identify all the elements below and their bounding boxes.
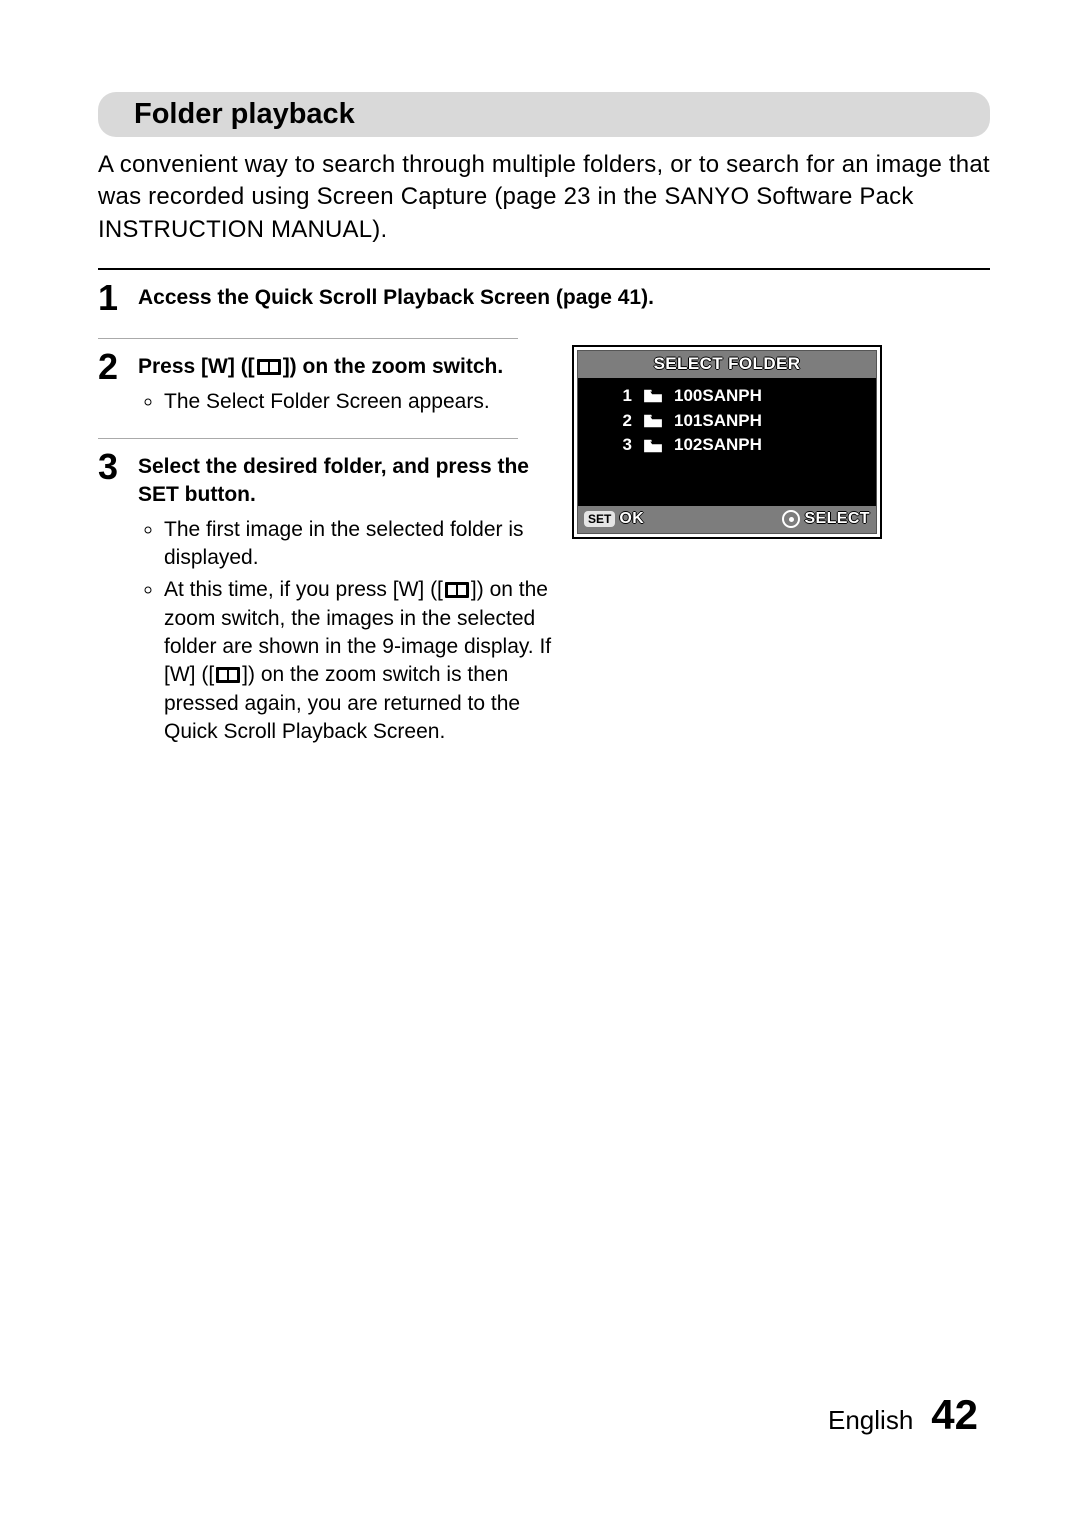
folder-index: 2 (618, 409, 632, 434)
text: At this time, if you press [W] ([ (164, 578, 443, 601)
step-1-title: Access the Quick Scroll Playback Screen … (138, 284, 990, 312)
step-2-title-pre: Press [W] ([ (138, 355, 255, 378)
step-2: 2 Press [W] ([ ]) on the zoom switch. The… (98, 351, 562, 416)
folder-name: 100SANPH (674, 384, 762, 409)
set-badge: SET (584, 511, 615, 527)
folder-index: 3 (618, 433, 632, 458)
folder-name: 102SANPH (674, 433, 762, 458)
step-1: 1 Access the Quick Scroll Playback Scree… (98, 282, 990, 316)
folder-name: 101SANPH (674, 409, 762, 434)
divider (98, 268, 990, 270)
step-number: 1 (98, 280, 138, 316)
step-3-title: Select the desired folder, and press the… (138, 453, 562, 510)
page-footer: English 42 (828, 1391, 978, 1439)
step-2-title-post: ]) on the zoom switch. (283, 355, 504, 378)
ok-label: OK (619, 510, 644, 528)
section-title: Folder playback (98, 92, 990, 137)
intro-paragraph: A convenient way to search through multi… (98, 149, 990, 246)
thumbnail-grid-icon (216, 667, 240, 683)
folder-index: 1 (618, 384, 632, 409)
folder-icon (642, 413, 664, 429)
select-label: SELECT (804, 510, 870, 528)
divider (98, 438, 518, 439)
folder-icon (642, 388, 664, 404)
thumbnail-grid-icon (445, 582, 469, 598)
step-2-bullet: The Select Folder Screen appears. (164, 388, 562, 416)
folder-row: 1 100SANPH (618, 384, 860, 409)
step-number: 2 (98, 349, 138, 385)
thumbnail-grid-icon (257, 359, 281, 375)
step-3-bullet-1: The first image in the selected folder i… (164, 516, 562, 573)
select-folder-screen: SELECT FOLDER 1 100SANPH 2 101SANPH (572, 345, 882, 539)
step-2-title: Press [W] ([ ]) on the zoom switch. (138, 353, 562, 381)
folder-row: 3 102SANPH (618, 433, 860, 458)
step-number: 3 (98, 449, 138, 485)
footer-language: English (828, 1405, 913, 1436)
dpad-icon (782, 510, 800, 528)
screen-title: SELECT FOLDER (578, 351, 876, 378)
step-3-bullet-2: At this time, if you press [W] ([]) on t… (164, 576, 562, 746)
folder-icon (642, 438, 664, 454)
step-3: 3 Select the desired folder, and press t… (98, 451, 562, 746)
footer-page-number: 42 (931, 1391, 978, 1439)
folder-row: 2 101SANPH (618, 409, 860, 434)
